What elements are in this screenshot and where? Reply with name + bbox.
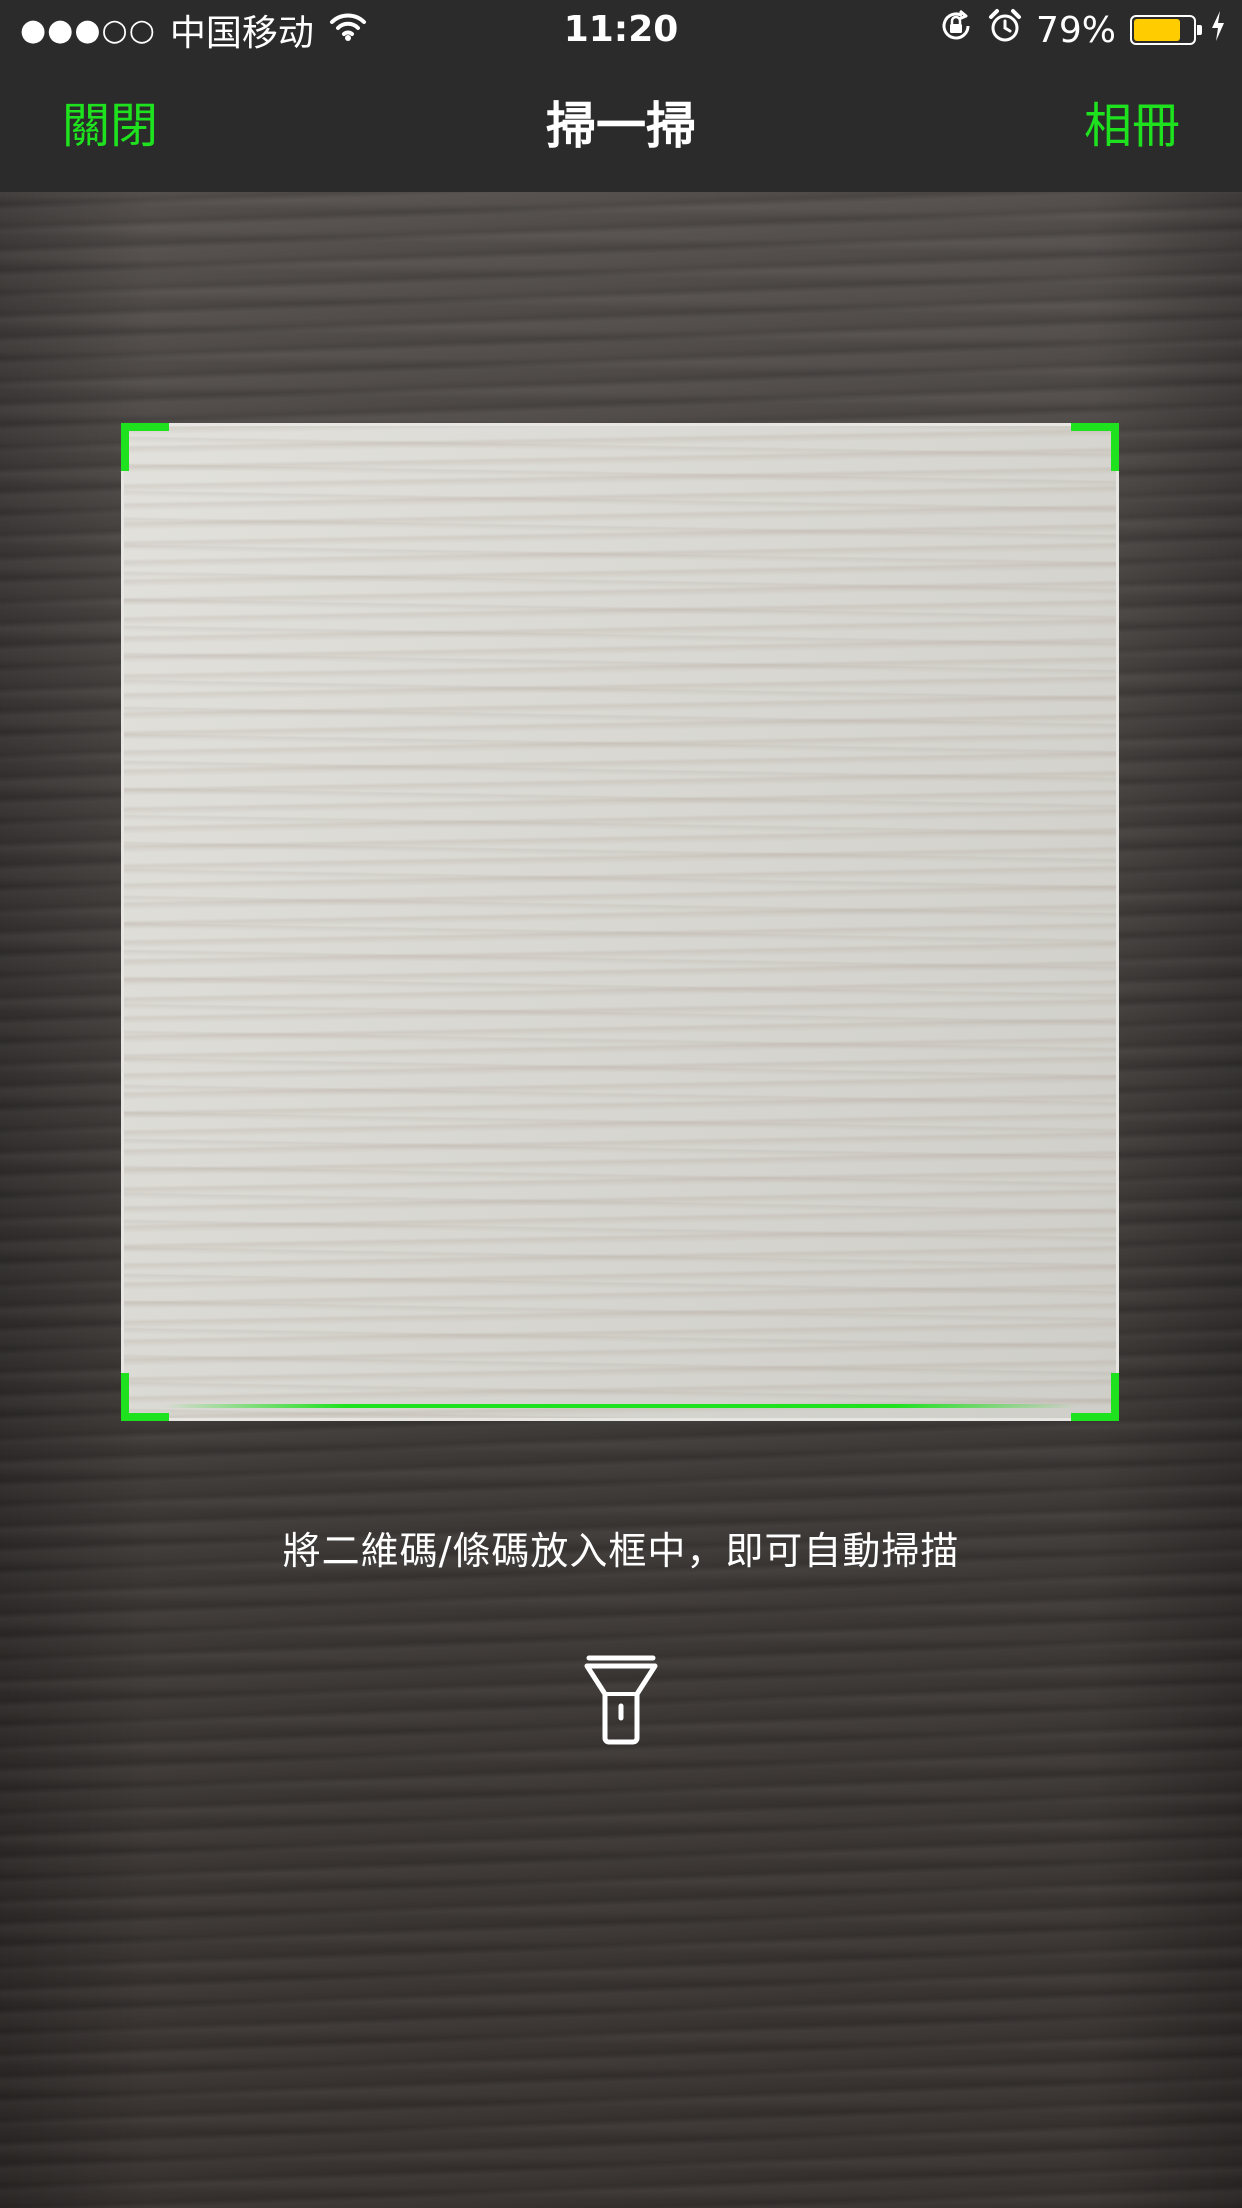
flashlight-icon[interactable] [581,1652,661,1746]
page-title: 掃一掃 [546,97,696,155]
scan-corner-bottom-right [1071,1373,1119,1421]
status-bar: ●●●○○ 中国移动 11:20 79% [0,0,1242,60]
alarm-icon [988,8,1022,53]
scan-corner-top-right [1071,423,1119,471]
orientation-lock-icon [938,8,974,53]
scan-corner-top-left [121,423,169,471]
battery-percent: 79% [1035,9,1116,51]
battery-level [1134,19,1180,41]
navigation-bar: 關閉 掃一掃 相冊 [0,60,1242,192]
scan-frame [121,423,1119,1421]
scan-hint: 將二維碼/條碼放入框中，即可自動掃描 [282,1529,960,1573]
charging-icon [1210,10,1226,51]
battery-icon [1130,15,1202,45]
scan-corner-bottom-left [121,1373,169,1421]
album-button[interactable]: 相冊 [1084,60,1180,192]
scan-line [164,1404,1076,1408]
status-right: 79% [938,6,1226,54]
